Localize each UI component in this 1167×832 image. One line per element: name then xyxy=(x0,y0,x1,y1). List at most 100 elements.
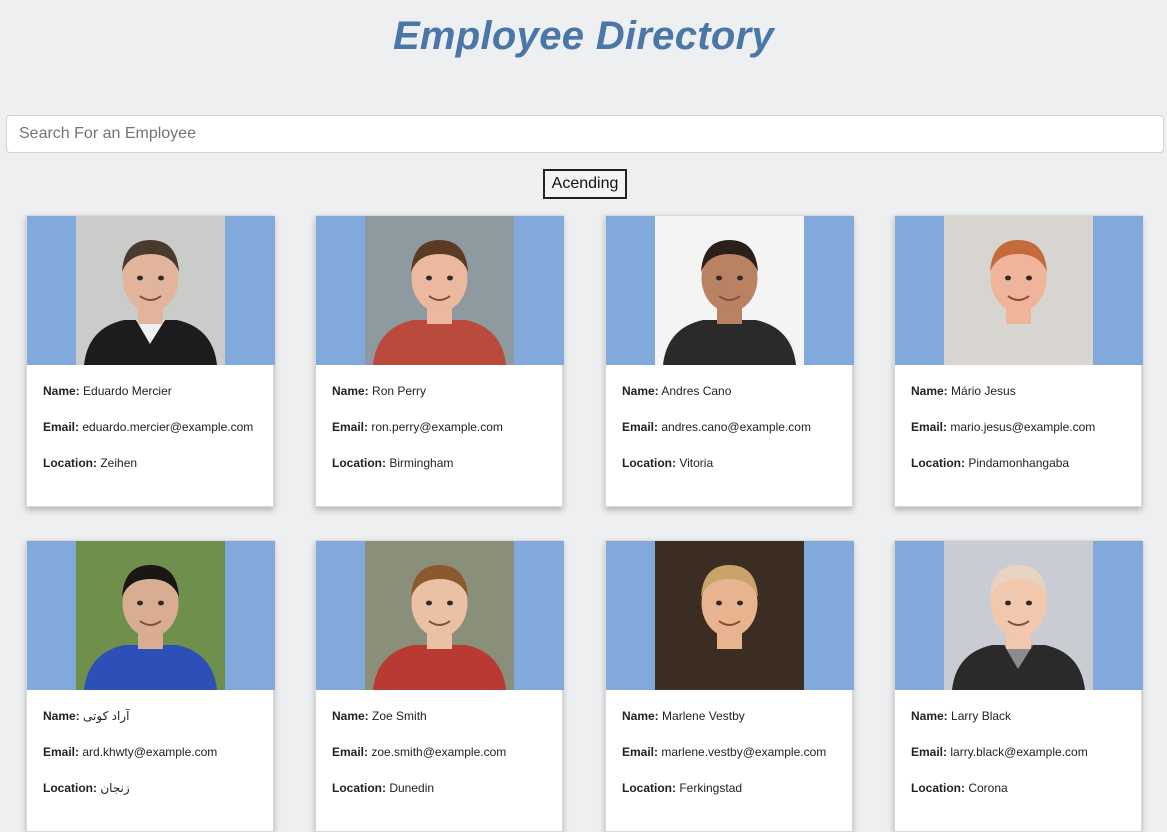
employee-card: Name: Ron Perry Email: ron.perry@example… xyxy=(315,215,564,507)
email-row: Email: marlene.vestby@example.com xyxy=(622,743,842,761)
employee-email: marlene.vestby@example.com xyxy=(661,745,827,759)
photo-band xyxy=(316,216,564,365)
photo-band xyxy=(895,541,1143,690)
employee-name: Ron Perry xyxy=(372,384,427,398)
name-row: Name: آراد کوتی xyxy=(43,707,263,725)
email-row: Email: larry.black@example.com xyxy=(911,743,1131,761)
name-label: Name: xyxy=(332,709,369,723)
email-label: Email: xyxy=(622,420,659,434)
location-label: Location: xyxy=(911,781,965,795)
employee-email: ard.khwty@example.com xyxy=(82,745,218,759)
employee-info: Name: Larry Black Email: larry.black@exa… xyxy=(911,707,1131,815)
email-label: Email: xyxy=(622,745,659,759)
employee-info: Name: Marlene Vestby Email: marlene.vest… xyxy=(622,707,842,815)
employee-photo xyxy=(655,216,804,365)
photo-band xyxy=(316,541,564,690)
email-label: Email: xyxy=(332,420,369,434)
location-label: Location: xyxy=(622,781,676,795)
location-row: Location: Dunedin xyxy=(332,779,552,797)
employee-card: Name: Marlene Vestby Email: marlene.vest… xyxy=(605,540,854,832)
employee-card: Name: آراد کوتی Email: ard.khwty@example… xyxy=(26,540,275,832)
location-label: Location: xyxy=(332,781,386,795)
employee-email: eduardo.mercier@example.com xyxy=(82,420,254,434)
name-row: Name: Andres Cano xyxy=(622,382,842,400)
email-label: Email: xyxy=(43,745,80,759)
employee-name: Marlene Vestby xyxy=(662,709,745,723)
location-label: Location: xyxy=(622,456,676,470)
employee-name: Andres Cano xyxy=(661,384,732,398)
name-label: Name: xyxy=(622,384,659,398)
email-label: Email: xyxy=(43,420,80,434)
employee-location: Dunedin xyxy=(389,781,435,795)
employee-info: Name: Zoe Smith Email: zoe.smith@example… xyxy=(332,707,552,815)
employee-name: Mário Jesus xyxy=(951,384,1016,398)
name-row: Name: Larry Black xyxy=(911,707,1131,725)
location-row: Location: Pindamonhangaba xyxy=(911,454,1131,472)
employee-location: Ferkingstad xyxy=(679,781,743,795)
employee-name: Eduardo Mercier xyxy=(83,384,172,398)
employee-name: Zoe Smith xyxy=(372,709,427,723)
name-row: Name: Eduardo Mercier xyxy=(43,382,263,400)
employee-email: andres.cano@example.com xyxy=(661,420,811,434)
email-row: Email: ard.khwty@example.com xyxy=(43,743,263,761)
employee-photo xyxy=(76,216,225,365)
email-label: Email: xyxy=(911,420,948,434)
name-label: Name: xyxy=(43,709,80,723)
employee-name: Larry Black xyxy=(951,709,1012,723)
name-row: Name: Zoe Smith xyxy=(332,707,552,725)
employee-email: mario.jesus@example.com xyxy=(950,420,1096,434)
photo-band xyxy=(27,216,275,365)
employee-info: Name: Eduardo Mercier Email: eduardo.mer… xyxy=(43,382,263,490)
location-row: Location: زنجان xyxy=(43,779,263,797)
employee-card: Name: Zoe Smith Email: zoe.smith@example… xyxy=(315,540,564,832)
employee-info: Name: آراد کوتی Email: ard.khwty@example… xyxy=(43,707,263,815)
name-label: Name: xyxy=(332,384,369,398)
email-label: Email: xyxy=(911,745,948,759)
employee-photo xyxy=(944,541,1093,690)
employee-card: Name: Eduardo Mercier Email: eduardo.mer… xyxy=(26,215,275,507)
employee-card: Name: Mário Jesus Email: mario.jesus@exa… xyxy=(894,215,1143,507)
name-label: Name: xyxy=(43,384,80,398)
employee-info: Name: Mário Jesus Email: mario.jesus@exa… xyxy=(911,382,1131,490)
location-row: Location: Ferkingstad xyxy=(622,779,842,797)
employee-email: zoe.smith@example.com xyxy=(371,745,507,759)
name-label: Name: xyxy=(622,709,659,723)
email-label: Email: xyxy=(332,745,369,759)
location-label: Location: xyxy=(43,781,97,795)
page-title: Employee Directory xyxy=(392,14,775,58)
location-label: Location: xyxy=(332,456,386,470)
location-row: Location: Corona xyxy=(911,779,1131,797)
location-row: Location: Zeihen xyxy=(43,454,263,472)
email-row: Email: mario.jesus@example.com xyxy=(911,418,1131,436)
employee-photo xyxy=(365,216,514,365)
name-label: Name: xyxy=(911,384,948,398)
employee-card: Name: Larry Black Email: larry.black@exa… xyxy=(894,540,1143,832)
search-input[interactable] xyxy=(6,115,1164,153)
employee-location: Vitoria xyxy=(679,456,714,470)
employee-photo xyxy=(944,216,1093,365)
photo-band xyxy=(606,216,854,365)
employee-location: Pindamonhangaba xyxy=(968,456,1070,470)
name-row: Name: Marlene Vestby xyxy=(622,707,842,725)
employee-info: Name: Ron Perry Email: ron.perry@example… xyxy=(332,382,552,490)
email-row: Email: zoe.smith@example.com xyxy=(332,743,552,761)
employee-card: Name: Andres Cano Email: andres.cano@exa… xyxy=(605,215,854,507)
employee-email: ron.perry@example.com xyxy=(371,420,503,434)
employee-email: larry.black@example.com xyxy=(950,745,1088,759)
photo-band xyxy=(27,541,275,690)
employee-location: Zeihen xyxy=(100,456,138,470)
sort-button[interactable]: Acending xyxy=(543,169,627,199)
name-label: Name: xyxy=(911,709,948,723)
location-row: Location: Vitoria xyxy=(622,454,842,472)
email-row: Email: eduardo.mercier@example.com xyxy=(43,418,263,436)
location-label: Location: xyxy=(911,456,965,470)
name-row: Name: Mário Jesus xyxy=(911,382,1131,400)
employee-location: Birmingham xyxy=(389,456,454,470)
email-row: Email: ron.perry@example.com xyxy=(332,418,552,436)
employee-location: Corona xyxy=(968,781,1008,795)
employee-photo xyxy=(365,541,514,690)
employee-info: Name: Andres Cano Email: andres.cano@exa… xyxy=(622,382,842,490)
email-row: Email: andres.cano@example.com xyxy=(622,418,842,436)
employee-photo xyxy=(655,541,804,690)
photo-band xyxy=(606,541,854,690)
